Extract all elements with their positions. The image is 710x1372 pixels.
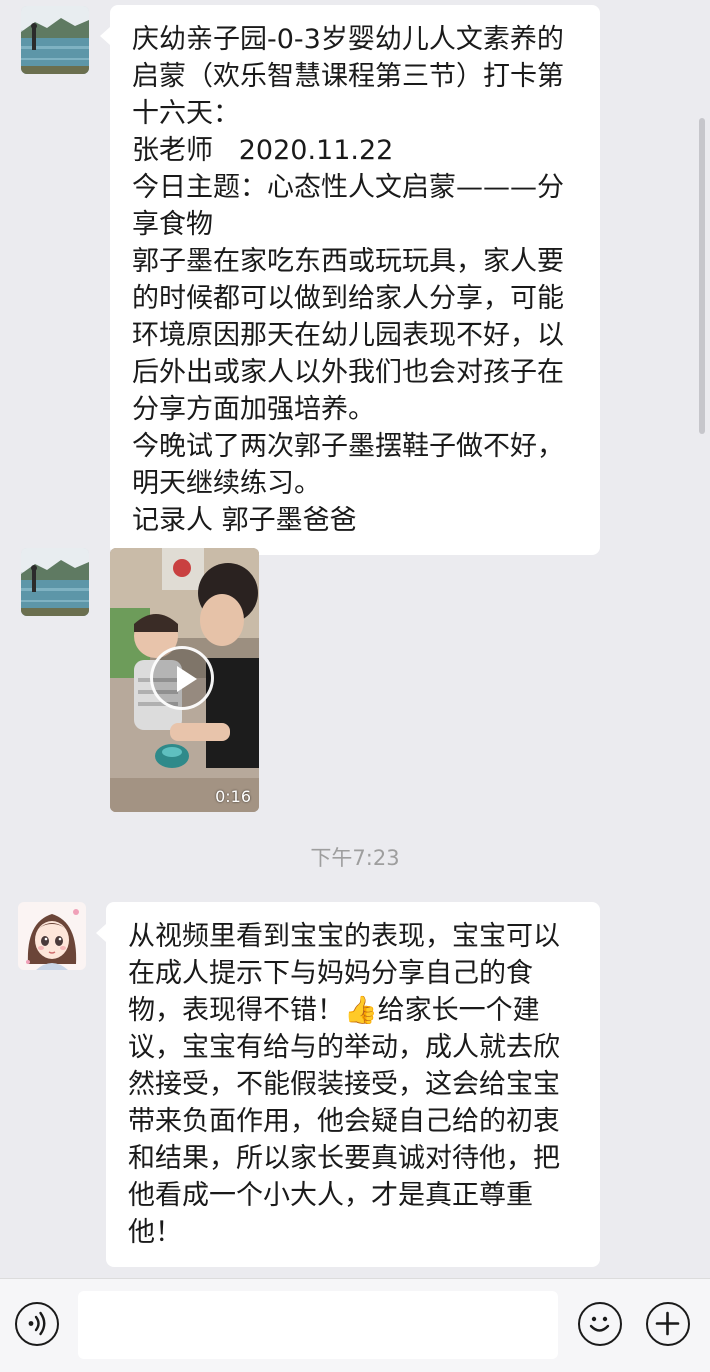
chat-area[interactable]: 庆幼亲子园-0-3岁婴幼儿人文素养的启蒙（欢乐智慧课程第三节）打卡第十六天： 张… — [0, 0, 710, 1278]
emoji-icon[interactable] — [578, 1302, 622, 1346]
sender-avatar[interactable] — [21, 6, 89, 74]
landscape-avatar-image — [21, 6, 89, 74]
sender-avatar[interactable] — [21, 548, 89, 616]
landscape-avatar-image — [21, 548, 89, 616]
scrollbar[interactable] — [699, 118, 705, 434]
message-bubble[interactable]: 从视频里看到宝宝的表现，宝宝可以在成人提示下与妈妈分享自己的食物，表现得不错！👍… — [96, 902, 600, 1267]
message-timestamp: 下午7:23 — [310, 846, 400, 870]
chat-input-bar — [0, 1278, 710, 1372]
cartoon-girl-avatar-image — [18, 902, 86, 970]
message-bubble[interactable]: 庆幼亲子园-0-3岁婴幼儿人文素养的启蒙（欢乐智慧课程第三节）打卡第十六天： 张… — [100, 5, 600, 555]
teacher-avatar[interactable] — [18, 902, 86, 970]
video-duration: 0:16 — [215, 787, 251, 806]
voice-icon[interactable] — [15, 1302, 59, 1346]
play-icon[interactable] — [150, 646, 214, 710]
plus-icon[interactable] — [646, 1302, 690, 1346]
plus-glyph — [655, 1311, 680, 1336]
voice-wave-glyph — [28, 1311, 46, 1336]
message-input[interactable] — [78, 1291, 558, 1359]
video-message[interactable]: 0:16 — [110, 548, 259, 812]
smiley-glyph — [589, 1316, 610, 1332]
